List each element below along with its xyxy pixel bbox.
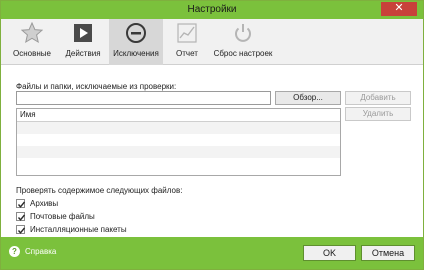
checkmark-icon: [17, 201, 26, 208]
help-icon: ?: [9, 246, 20, 257]
title-bar: Настройки ✕: [1, 1, 423, 19]
reset-icon: [235, 24, 251, 42]
checkmark-icon: [17, 227, 26, 234]
checkbox[interactable]: [16, 225, 26, 234]
tab-actions[interactable]: Действия: [59, 19, 107, 65]
tab-label: Основные: [13, 49, 51, 58]
chart-icon: [177, 23, 197, 43]
minus-circle-icon: [126, 23, 146, 43]
cancel-button[interactable]: Отмена: [361, 245, 415, 261]
close-icon: ✕: [394, 2, 404, 14]
exclusions-list[interactable]: Имя: [16, 108, 341, 176]
tab-label: Сброс настроек: [213, 49, 273, 58]
tab-exclusions[interactable]: Исключения: [109, 19, 163, 65]
checkmark-icon: [17, 214, 26, 221]
checkbox[interactable]: [16, 199, 26, 208]
settings-window: Настройки ✕ Основные Действия Исключения: [0, 0, 424, 270]
delete-button[interactable]: Удалить: [345, 107, 411, 121]
window-title: Настройки: [187, 4, 237, 15]
play-icon: [74, 24, 92, 42]
list-item[interactable]: [17, 158, 340, 170]
help-label: Справка: [25, 247, 57, 256]
exclusions-panel: Файлы и папки, исключаемые из проверки: …: [1, 65, 423, 237]
scan-contents-label: Проверять содержимое следующих файлов:: [16, 186, 183, 195]
tab-reset[interactable]: Сброс настроек: [211, 19, 275, 65]
dialog-footer: ? Справка OK Отмена: [1, 237, 423, 269]
checkbox-label: Почтовые файлы: [30, 212, 95, 221]
list-item[interactable]: [17, 134, 340, 146]
tab-label: Исключения: [113, 49, 159, 58]
add-button[interactable]: Добавить: [345, 91, 411, 105]
checkbox[interactable]: [16, 212, 26, 221]
tab-label: Действия: [65, 49, 101, 58]
column-header-name[interactable]: Имя: [17, 109, 340, 122]
tab-label: Отчет: [176, 49, 198, 58]
tab-report[interactable]: Отчет: [165, 19, 209, 65]
exclusion-path-input[interactable]: [16, 91, 271, 105]
star-icon: [21, 22, 43, 44]
browse-button[interactable]: Обзор...: [275, 91, 341, 105]
checkbox-label: Инсталляционные пакеты: [30, 225, 127, 234]
settings-tabs: Основные Действия Исключения Отчет Сброс…: [1, 19, 423, 65]
list-item[interactable]: [17, 146, 340, 158]
checkbox-label: Архивы: [30, 199, 59, 208]
ok-button[interactable]: OK: [303, 245, 356, 261]
exclusions-label: Файлы и папки, исключаемые из проверки:: [16, 82, 177, 91]
tab-general[interactable]: Основные: [9, 19, 55, 65]
close-button[interactable]: ✕: [381, 2, 417, 16]
list-item[interactable]: [17, 122, 340, 134]
